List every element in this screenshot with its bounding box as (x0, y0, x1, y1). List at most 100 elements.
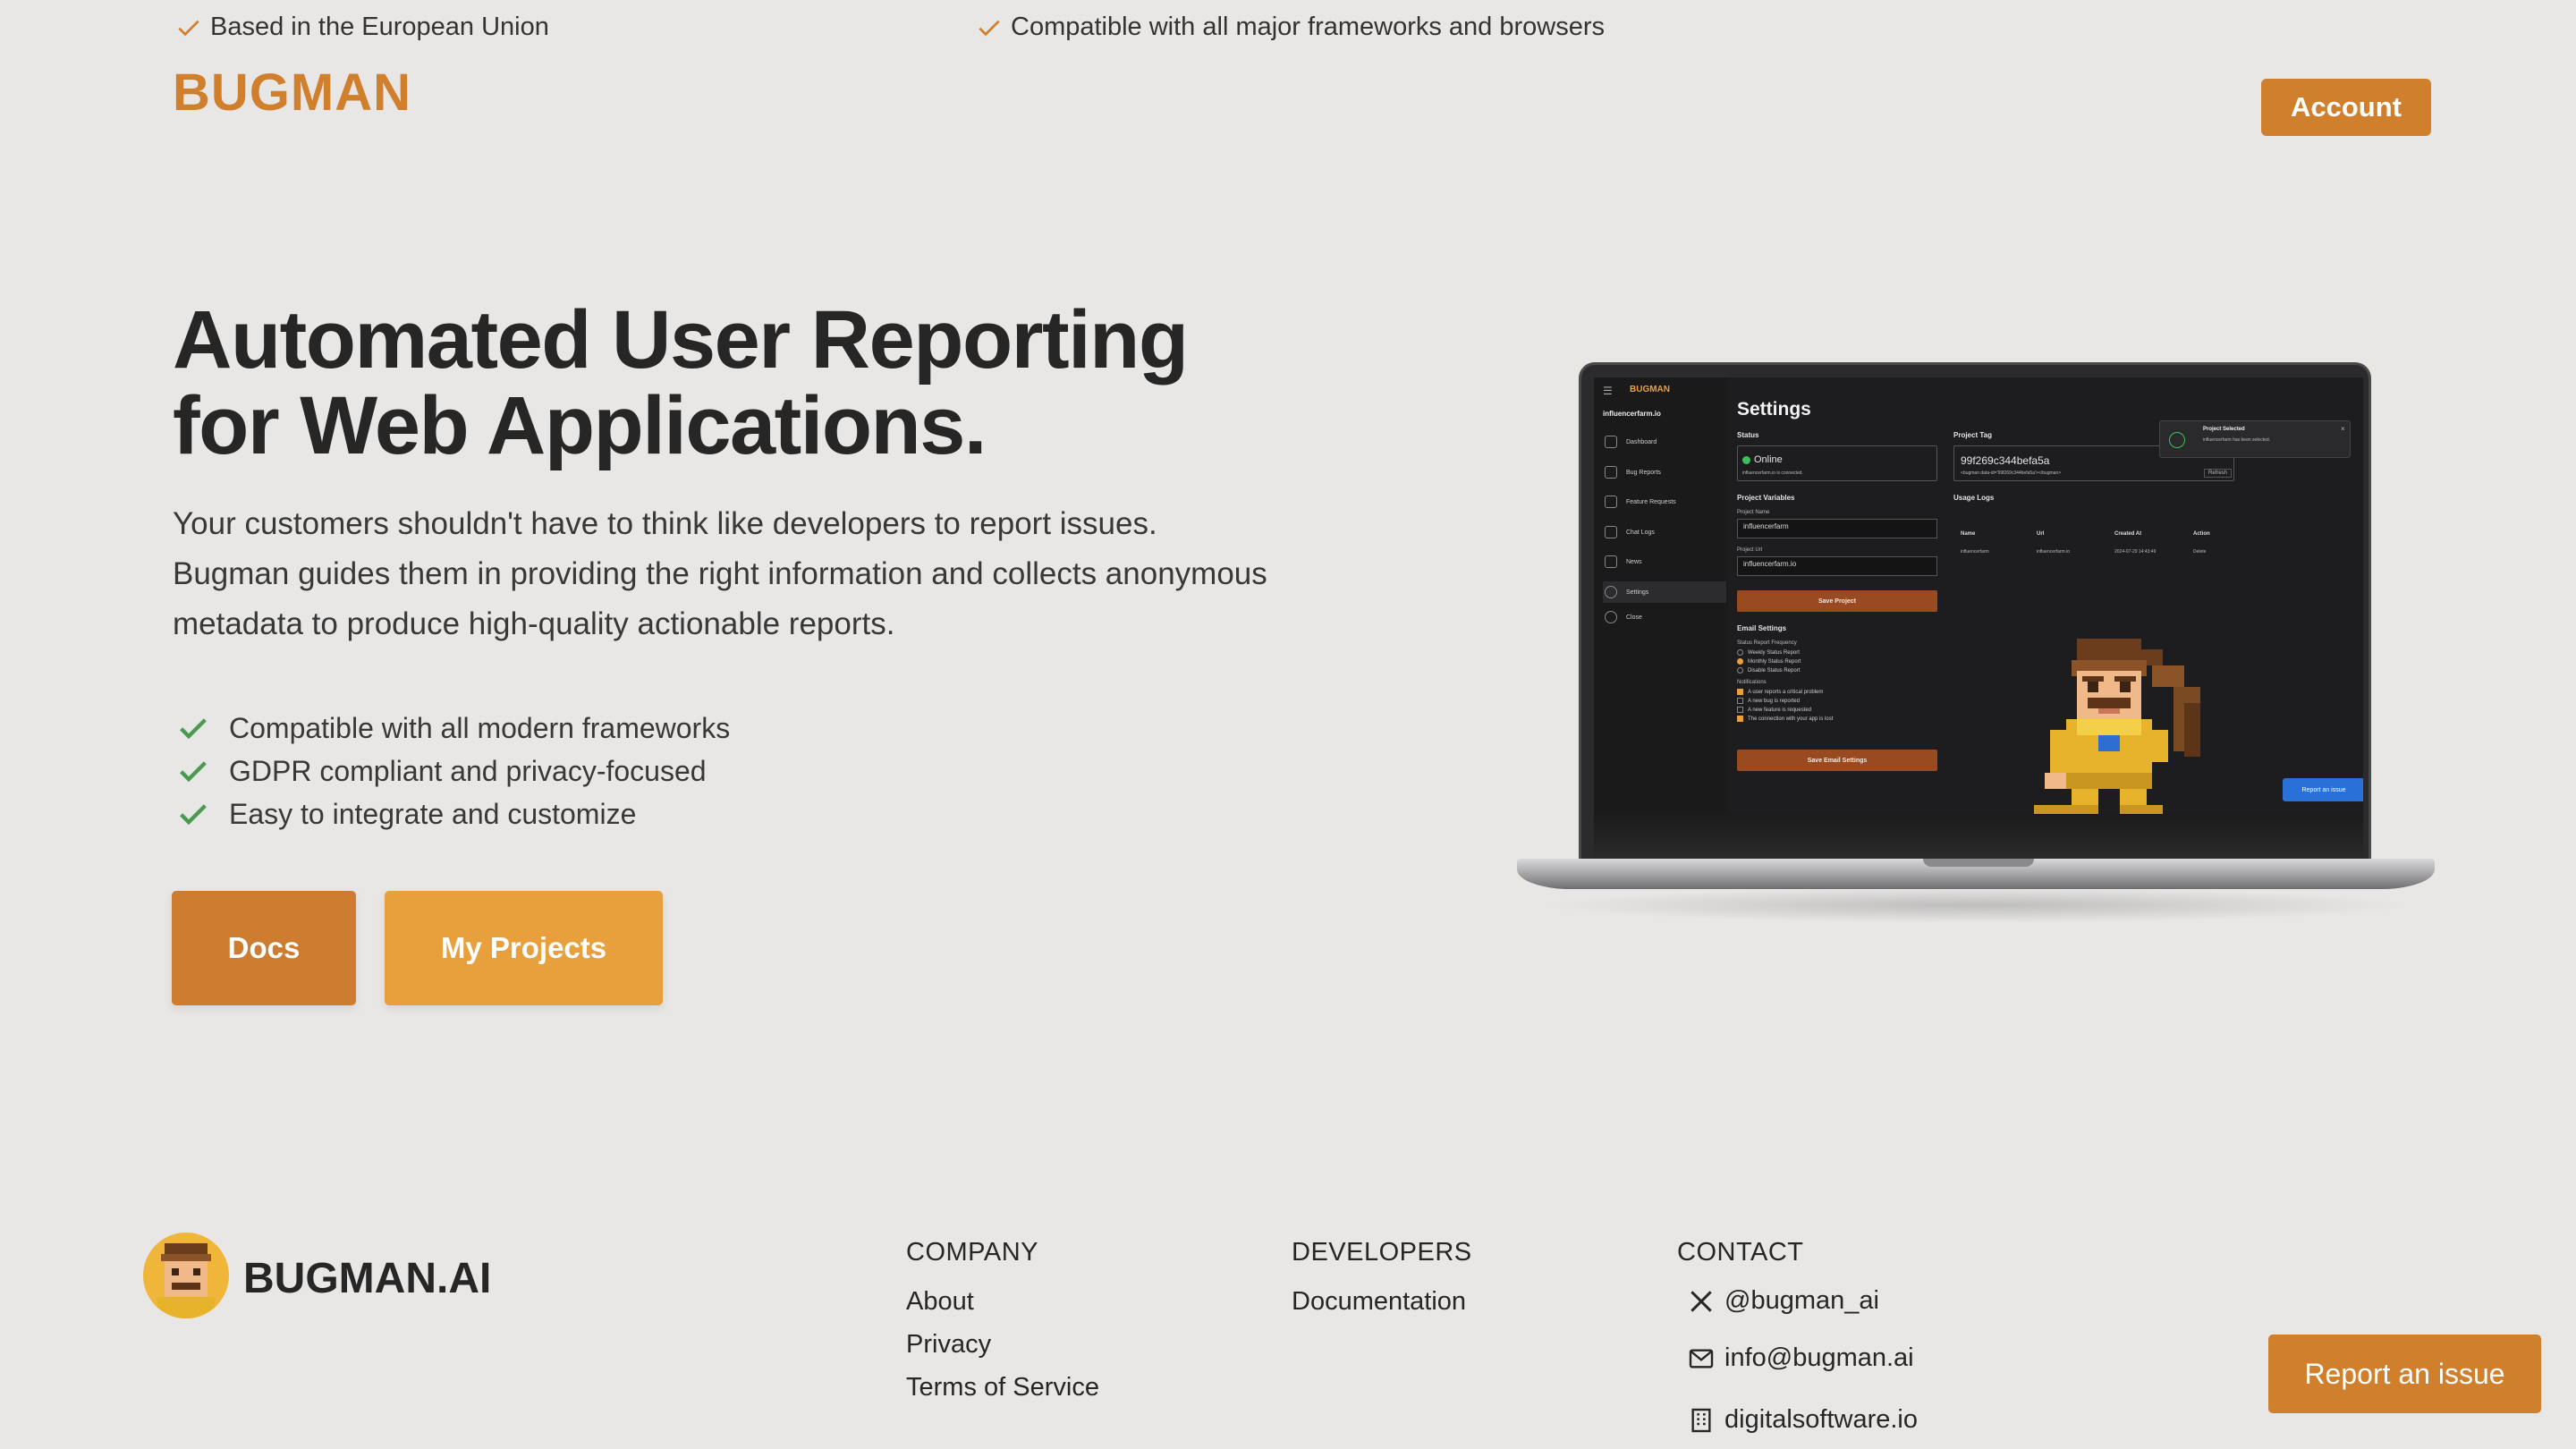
app-status-sub: influencerfarm.io is connected. (1742, 470, 1803, 476)
x-logo-icon (1690, 1290, 1712, 1312)
feature-text: Easy to integrate and customize (229, 797, 637, 830)
app-log-cell: influencerfarm.io (2037, 549, 2070, 555)
footer-contact-site[interactable]: digitalsoftware.io (1687, 1405, 1918, 1435)
checkbox-icon (1737, 716, 1743, 722)
app-log-header: Action (2193, 531, 2210, 537)
feature-list: Compatible with all modern frameworks GD… (175, 707, 730, 835)
app-log-cell: Delete (2193, 549, 2207, 555)
app-nav-item: Chat Logs (1603, 521, 1726, 543)
app-log-header: Url (2037, 531, 2045, 537)
app-save-project-button: Save Project (1737, 590, 1937, 612)
docs-button[interactable]: Docs (172, 891, 356, 1005)
app-log-header: Created At (2114, 531, 2142, 537)
footer-brand: BUGMAN.AI (243, 1255, 492, 1302)
building-icon (1691, 1408, 1711, 1432)
app-frequency-label: Status Report Frequency (1737, 640, 1797, 646)
app-url-label: Project Url (1737, 547, 1763, 553)
news-icon (1605, 555, 1617, 568)
app-status-text: Online (1754, 454, 1783, 465)
report-issue-button[interactable]: Report an issue (2268, 1335, 2541, 1413)
footer-link-documentation[interactable]: Documentation (1292, 1287, 1466, 1317)
app-project-tag-snippet: <bugman data-id='99f269c344befa5a'></bug… (1961, 470, 2062, 476)
app-status-label: Status (1737, 431, 1759, 439)
footer-contact-x[interactable]: @bugman_ai (1687, 1286, 1879, 1316)
app-checkbox-label: A new bug is reported (1748, 698, 1801, 704)
radio-icon (1737, 658, 1743, 665)
footer-link-about[interactable]: About (906, 1287, 974, 1317)
app-project-tag-value: 99f269c344befa5a (1961, 454, 2050, 467)
app-checkbox-label: The connection with your app is lost (1748, 716, 1834, 722)
check-icon (178, 20, 199, 36)
my-projects-button[interactable]: My Projects (385, 891, 663, 1005)
app-project-tag-label: Project Tag (1953, 431, 1992, 439)
footer-contact-site-text: digitalsoftware.io (1724, 1405, 1918, 1434)
footer-link-terms[interactable]: Terms of Service (906, 1373, 1099, 1402)
app-checkbox: The connection with your app is lost (1737, 716, 1833, 722)
success-icon (2169, 432, 2185, 448)
grid-icon (1605, 496, 1617, 508)
app-nav-label: Feature Requests (1626, 498, 1676, 505)
app-nav-item: Dashboard (1603, 431, 1726, 453)
feature-text: GDPR compliant and privacy-focused (229, 754, 707, 787)
online-dot-icon (1742, 455, 1750, 464)
hero-title-line1: Automated User Reporting (173, 294, 1189, 386)
gear-icon (1605, 586, 1617, 598)
top-note-compat: Compatible with all major frameworks and… (975, 13, 1605, 42)
app-report-button: Report an issue (2283, 778, 2363, 801)
app-screenshot: ☰ BUGMAN influencerfarm.io Dashboard Bug… (1594, 377, 2363, 814)
app-nav-label: Settings (1626, 589, 1649, 596)
app-settings-title: Settings (1737, 399, 1811, 419)
app-url-input: influencerfarm.io (1737, 556, 1937, 576)
app-nav-label: Bug Reports (1626, 469, 1661, 476)
account-button[interactable]: Account (2261, 79, 2431, 136)
app-name-input: influencerfarm (1737, 519, 1937, 538)
laptop-notch (1923, 859, 2034, 867)
feature-item: GDPR compliant and privacy-focused (175, 750, 730, 792)
top-note-eu-text: Based in the European Union (210, 13, 549, 41)
app-nav-item: News (1603, 551, 1726, 572)
check-icon (180, 718, 207, 740)
app-radio: Weekly Status Report (1737, 649, 1800, 656)
top-note-eu: Based in the European Union (174, 13, 549, 42)
app-save-email-button: Save Email Settings (1737, 750, 1937, 771)
logo[interactable]: BUGMAN (173, 63, 411, 123)
app-radio: Monthly Status Report (1737, 658, 1801, 665)
hero-title-line2: for Web Applications. (173, 380, 987, 471)
chat-icon (1605, 526, 1617, 538)
chart-icon (1605, 436, 1617, 448)
footer-link-privacy[interactable]: Privacy (906, 1330, 991, 1360)
app-radio-label: Monthly Status Report (1748, 658, 1801, 665)
app-nav-label: Chat Logs (1626, 529, 1655, 536)
app-nav-item: Close (1603, 606, 1726, 628)
close-icon: × (2341, 425, 2345, 433)
hero-description: Your customers shouldn't have to think l… (173, 506, 1267, 641)
footer-contact-heading: CONTACT (1677, 1238, 1804, 1267)
app-checkbox-label: A user reports a critical problem (1748, 689, 1824, 695)
feature-item: Compatible with all modern frameworks (175, 707, 730, 750)
hero-title: Automated User Reporting for Web Applica… (173, 294, 1189, 471)
app-nav-label: Dashboard (1626, 438, 1657, 445)
app-radio-label: Weekly Status Report (1748, 649, 1800, 656)
bug-icon (1605, 466, 1617, 479)
app-toast-body: influencerfarm has been selected. (2203, 437, 2271, 443)
app-notifications-label: Notifications (1737, 680, 1767, 685)
close-icon (1605, 611, 1617, 623)
app-checkbox-label: A new feature is requested (1748, 707, 1812, 713)
app-radio: Disable Status Report (1737, 667, 1800, 674)
footer-contact-email[interactable]: info@bugman.ai (1687, 1343, 1914, 1373)
app-log-cell: 2024-07-29 14:43:49 (2114, 549, 2157, 555)
app-name-label: Project Name (1737, 510, 1770, 515)
radio-icon (1737, 667, 1743, 674)
app-toast-title: Project Selected (2203, 427, 2245, 432)
laptop-shadow (1538, 887, 2415, 923)
checkbox-icon (1737, 707, 1743, 713)
app-checkbox: A user reports a critical problem (1737, 689, 1823, 695)
check-icon (180, 761, 207, 783)
laptop-chin (1594, 814, 2363, 859)
avatar (143, 1233, 229, 1318)
app-radio-label: Disable Status Report (1748, 667, 1801, 674)
app-usage-logs-label: Usage Logs (1953, 494, 1995, 502)
app-nav-item: Bug Reports (1603, 462, 1726, 483)
radio-icon (1737, 649, 1743, 656)
app-log-cell: influencerfarm (1961, 549, 1989, 555)
